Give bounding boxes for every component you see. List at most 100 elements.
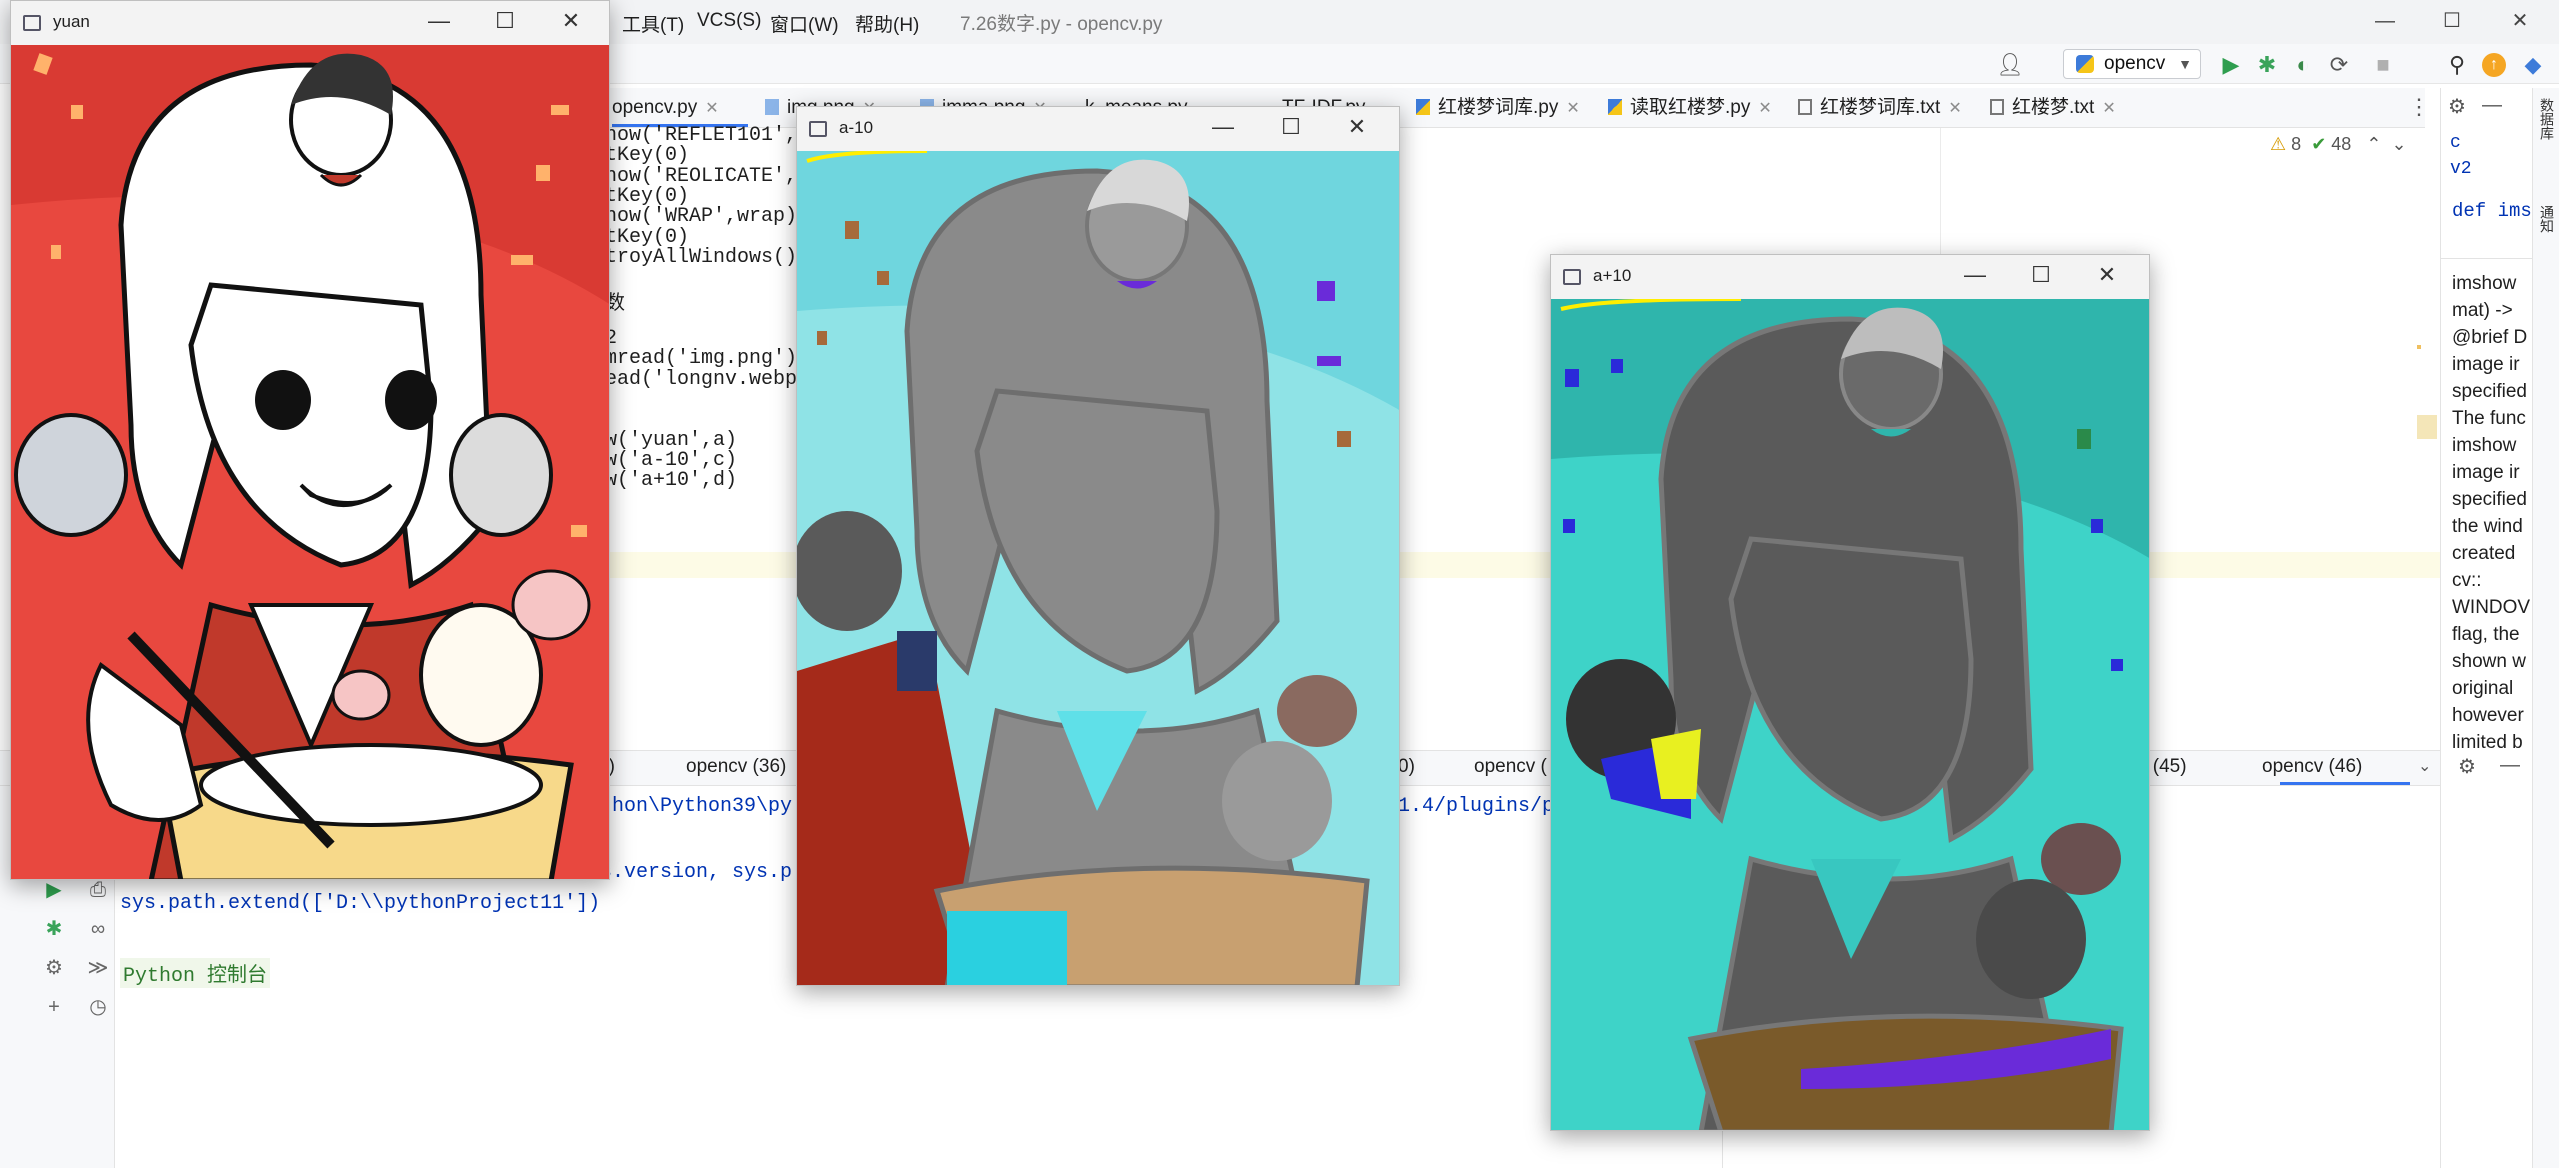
python-plugin-icon[interactable]: ◆ [2520, 52, 2546, 78]
show-variables-icon[interactable]: ∞ [86, 917, 110, 941]
settings-icon[interactable]: ⚙ [2458, 754, 2476, 779]
scroll-marker [2417, 415, 2437, 439]
add-console-icon[interactable]: + [42, 995, 66, 1019]
cv-window-title-bar[interactable]: yuan — ☐ ✕ [11, 1, 609, 45]
close-icon[interactable]: ✕ [1566, 100, 1579, 117]
ide-minimize-button[interactable]: — [2365, 6, 2405, 36]
chevron-up-icon[interactable]: ⌃ [2366, 134, 2381, 154]
active-run-tab-indicator [2280, 782, 2410, 785]
cv-window-a-minus-10[interactable]: a-10 — ☐ ✕ [796, 106, 1400, 986]
cv-window-title: yuan [53, 12, 90, 31]
python-file-icon [1608, 99, 1622, 115]
debug-icon[interactable]: ✱ [42, 917, 66, 941]
run-icon[interactable]: ▶ [2218, 52, 2244, 78]
account-icon[interactable]: 👤︎ [1996, 52, 2024, 78]
profile-icon[interactable]: ⟳ [2326, 52, 2352, 78]
check-icon: ✔ [2311, 134, 2327, 154]
doc-line: image ir [2452, 354, 2520, 375]
chevron-down-icon[interactable]: ⌄ [2391, 134, 2406, 154]
ide-close-button[interactable]: ✕ [2500, 6, 2540, 36]
menu-window[interactable]: 窗口(W) [770, 10, 839, 37]
minimize-button[interactable]: — [1955, 262, 1995, 288]
doc-line: specified [2452, 381, 2527, 402]
cv-window-yuan[interactable]: yuan — ☐ ✕ [10, 0, 610, 880]
window-icon [809, 121, 827, 137]
run-tab[interactable]: 0) [1398, 756, 1415, 778]
menu-tools[interactable]: 工具(T) [622, 10, 684, 37]
minimize-button[interactable]: — [1203, 114, 1243, 140]
menu-vcs[interactable]: VCS(S) [697, 10, 761, 32]
scroll-marker [2417, 345, 2421, 349]
settings-icon[interactable]: ⚙ [2448, 94, 2466, 119]
close-button[interactable]: ✕ [1337, 114, 1377, 140]
tab-opencv-py[interactable]: opencv.py ✕ [612, 92, 719, 124]
doc-line: mat) -> [2452, 300, 2513, 321]
window-icon [1563, 269, 1581, 285]
database-tool-tab[interactable]: 数据库 [2537, 98, 2557, 140]
doc-line: The func [2452, 408, 2526, 429]
maximize-button[interactable]: ☐ [2021, 262, 2061, 288]
chevron-down-icon[interactable]: ⌄ [2418, 756, 2431, 776]
tab-hongloumeng-ciku-txt[interactable]: 红楼梦词库.txt ✕ [1798, 92, 1962, 124]
run-tab-active[interactable]: opencv (46) [2262, 756, 2362, 778]
cv-window-title-bar[interactable]: a-10 — ☐ ✕ [797, 107, 1399, 151]
close-button[interactable]: ✕ [551, 8, 591, 34]
run-tab[interactable]: opencv (36) [686, 756, 786, 778]
tab-hongloumeng-txt[interactable]: 红楼梦.txt ✕ [1990, 92, 2116, 124]
debug-icon[interactable]: ✱ [2254, 52, 2280, 78]
maximize-button[interactable]: ☐ [485, 8, 525, 34]
ide-window-title: 7.26数字.py - opencv.py [960, 14, 1163, 35]
console-line: 1.4/plugins/p [1398, 795, 1555, 818]
cv-window-title: a-10 [839, 118, 874, 137]
doc-module-path: c v2 [2450, 133, 2472, 179]
doc-line: flag, the [2452, 624, 2520, 645]
settings-icon[interactable]: ⚙ [42, 956, 66, 980]
menu-help[interactable]: 帮助(H) [855, 10, 919, 37]
inspection-widget[interactable]: ⚠ 8 ✔ 48 ⌃ ⌄ [2270, 134, 2407, 155]
ide-maximize-button[interactable]: ☐ [2432, 6, 2472, 36]
rerun-icon[interactable]: ▶ [42, 878, 66, 902]
doc-line: @brief D [2452, 327, 2528, 348]
console-line: s.version, sys.p [600, 861, 793, 884]
history-icon[interactable]: ≫ [86, 956, 110, 980]
stop-icon[interactable]: ■ [2370, 52, 2396, 78]
doc-line: shown w [2452, 651, 2526, 672]
python-file-icon [1416, 99, 1430, 115]
update-icon[interactable]: ↑ [2482, 53, 2506, 77]
coverage-icon[interactable]: ◐ [2290, 52, 2316, 78]
image-a-minus-10 [797, 151, 1399, 985]
search-icon[interactable]: ⚲ [2444, 52, 2470, 78]
tab-duqu-hongloumeng-py[interactable]: 读取红楼梦.py ✕ [1608, 92, 1772, 124]
close-icon[interactable]: ✕ [705, 100, 718, 117]
console-line: thon\Python39\py [600, 795, 793, 818]
cv-window-a-plus-10[interactable]: a+10 — ☐ ✕ [1550, 254, 2150, 1131]
minimize-panel-icon[interactable]: — [2500, 754, 2520, 777]
doc-line: WINDOV [2452, 597, 2531, 618]
tab-hongloumeng-ciku-py[interactable]: 红楼梦词库.py ✕ [1416, 92, 1580, 124]
run-tab[interactable]: opencv ( [1474, 756, 1547, 778]
doc-line: created [2452, 543, 2516, 564]
close-icon[interactable]: ✕ [1758, 100, 1771, 117]
image-yuan [11, 45, 609, 879]
maximize-button[interactable]: ☐ [1271, 114, 1311, 140]
cv-window-title-bar[interactable]: a+10 — ☐ ✕ [1551, 255, 2149, 299]
cv-window-title: a+10 [1593, 266, 1632, 285]
run-configuration-select[interactable]: opencv ▼ [2063, 49, 2201, 79]
doc-line: limited b [2452, 732, 2523, 753]
more-icon[interactable]: ⋮ [2408, 94, 2430, 120]
minimize-panel-icon[interactable]: — [2482, 94, 2502, 117]
illustration-a-plus-10 [1551, 299, 2149, 1130]
close-icon[interactable]: ✕ [1948, 100, 1961, 117]
clock-icon[interactable]: ◷ [86, 995, 110, 1019]
chevron-down-icon: ▼ [2178, 56, 2192, 72]
doc-line: imshow [2452, 273, 2517, 294]
minimize-button[interactable]: — [419, 8, 459, 34]
divider [2440, 258, 2532, 259]
close-button[interactable]: ✕ [2087, 262, 2127, 288]
print-icon[interactable]: ⎙ [86, 878, 110, 902]
notifications-tool-tab[interactable]: 通知 [2537, 205, 2557, 233]
warning-count: 8 [2291, 134, 2302, 154]
close-icon[interactable]: ✕ [2102, 100, 2115, 117]
text-file-icon [1990, 99, 2004, 115]
image-a-plus-10 [1551, 299, 2149, 1130]
